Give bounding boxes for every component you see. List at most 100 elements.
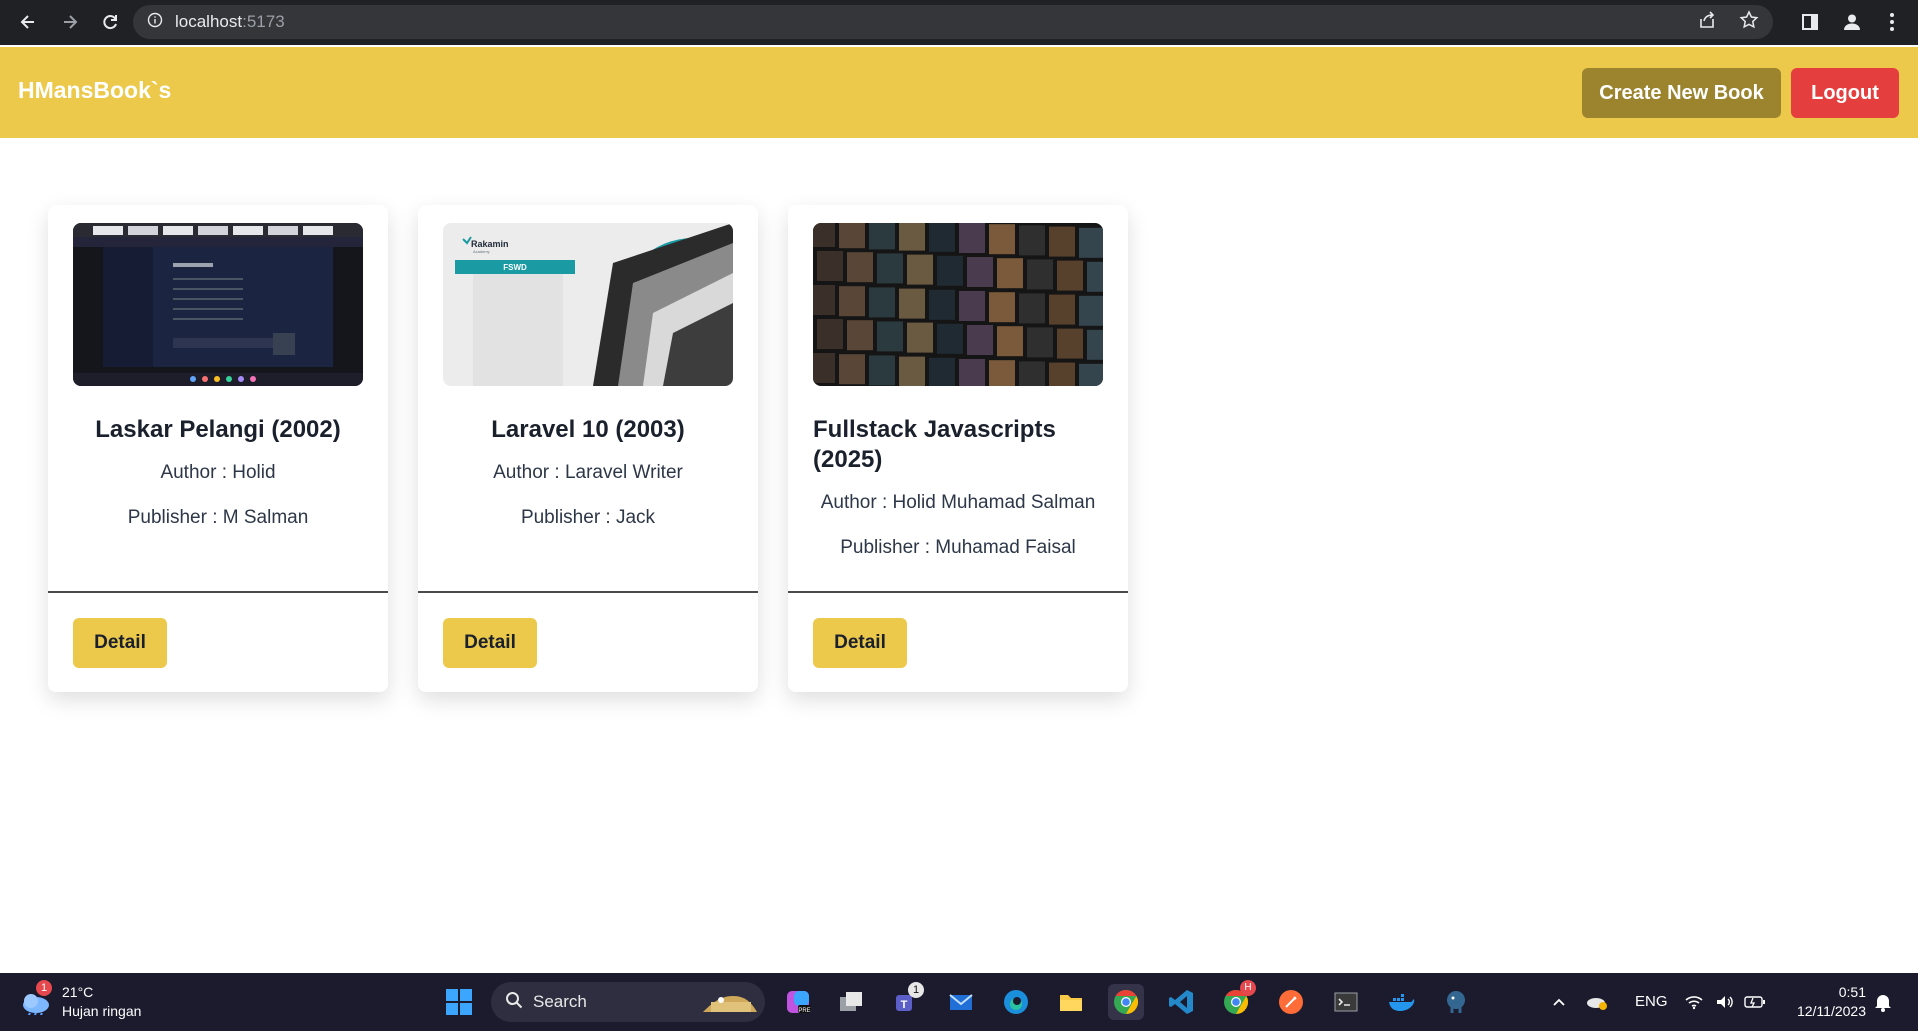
poster-tile	[1019, 225, 1045, 256]
system-clock[interactable]: 0:51 12/11/2023	[1797, 983, 1866, 1021]
book-publisher: Publisher : Muhamad Faisal	[840, 537, 1076, 558]
battery-icon[interactable]	[1740, 984, 1770, 1020]
chrome-profile-badge: H	[1240, 980, 1256, 996]
thumb-badge-text: FSWD	[503, 263, 527, 272]
poster-tile	[847, 252, 873, 283]
task-view-icon[interactable]	[833, 984, 869, 1020]
wifi-icon[interactable]	[1679, 984, 1709, 1020]
volume-icon[interactable]	[1710, 984, 1740, 1020]
svg-text:T: T	[901, 999, 908, 1011]
create-new-book-button[interactable]: Create New Book	[1582, 68, 1781, 118]
mail-icon[interactable]	[943, 984, 979, 1020]
language-indicator[interactable]: ENG	[1635, 993, 1668, 1010]
notification-bell-icon[interactable]	[1868, 984, 1898, 1020]
book-title: Laravel 10 (2003)	[491, 416, 685, 443]
weather-temp: 21°C	[62, 984, 94, 1000]
poster-tile	[929, 357, 955, 386]
search-highlight-icon	[701, 988, 759, 1016]
poster-tile	[937, 323, 963, 354]
postgresql-icon[interactable]	[1438, 984, 1474, 1020]
book-title: Laskar Pelangi (2002)	[95, 416, 341, 443]
terminal-icon[interactable]	[1328, 984, 1364, 1020]
side-panel-icon[interactable]	[1794, 6, 1826, 38]
book-thumbnail-rakamin: FSWD Rakamin Academy	[443, 223, 733, 386]
poster-tile	[929, 289, 955, 320]
poster-tile	[959, 223, 985, 253]
teams-icon[interactable]: T 1	[888, 982, 924, 1020]
teams-badge: 1	[908, 982, 924, 998]
url-port: :5173	[242, 12, 285, 31]
poster-tile	[817, 319, 843, 349]
book-card: Laskar Pelangi (2002) Author : Holid Pub…	[48, 205, 388, 692]
reload-icon[interactable]	[92, 4, 128, 40]
search-label: Search	[533, 992, 587, 1011]
book-card: Fullstack Javascripts (2025) Author : Ho…	[788, 205, 1128, 692]
postman-icon[interactable]	[1273, 984, 1309, 1020]
poster-tile	[813, 285, 835, 315]
svg-text:PRE: PRE	[798, 1008, 810, 1014]
logout-button[interactable]: Logout	[1791, 68, 1899, 118]
address-bar[interactable]: localhost:5173	[133, 5, 1773, 39]
url-host: localhost	[175, 12, 243, 31]
book-card: FSWD Rakamin Academy Laravel 10 (2003) A…	[418, 205, 758, 692]
weather-desc: Hujan ringan	[62, 1003, 142, 1019]
copilot-icon[interactable]: PRE	[780, 984, 816, 1020]
poster-tile	[1079, 227, 1103, 258]
poster-tile	[839, 286, 865, 317]
book-thumbnail-posters	[813, 223, 1103, 386]
poster-tile	[817, 251, 843, 281]
weather-widget[interactable]: 1 21°C Hujan ringan	[18, 980, 158, 1023]
book-author: Author : Holid	[160, 462, 276, 483]
poster-tile	[1057, 260, 1083, 291]
bookmark-star-icon[interactable]	[1739, 9, 1759, 35]
brand-logo[interactable]: HMansBook`s	[18, 77, 171, 104]
share-icon[interactable]	[1697, 10, 1717, 35]
poster-tile	[1087, 261, 1103, 292]
detail-button[interactable]: Detail	[813, 618, 907, 668]
taskbar-search[interactable]: Search	[491, 982, 765, 1022]
poster-tile	[907, 322, 933, 353]
poster-tile	[869, 287, 895, 318]
poster-tile	[877, 253, 903, 284]
edge-icon[interactable]	[998, 984, 1034, 1020]
poster-tile	[1027, 259, 1053, 290]
thumb-brand-text: Rakamin	[471, 239, 509, 249]
poster-tile	[1057, 328, 1083, 359]
chrome-profile-icon[interactable]: H	[1218, 980, 1256, 1020]
poster-tile	[989, 360, 1015, 386]
poster-tile	[899, 356, 925, 386]
windows-taskbar: 1 21°C Hujan ringan Search PRE T 1 H ENG…	[0, 973, 1918, 1031]
poster-tile	[989, 224, 1015, 255]
poster-tile	[997, 326, 1023, 357]
poster-tile	[869, 223, 895, 250]
poster-tile	[1019, 293, 1045, 324]
search-icon	[505, 991, 523, 1014]
show-hidden-icons-chevron-icon[interactable]	[1544, 984, 1574, 1020]
forward-icon[interactable]	[52, 4, 88, 40]
poster-tile	[997, 258, 1023, 289]
card-divider	[788, 591, 1128, 593]
poster-tile	[869, 355, 895, 386]
poster-tile	[813, 353, 835, 383]
poster-tile	[967, 257, 993, 287]
poster-tile	[1079, 363, 1103, 386]
profile-icon[interactable]	[1836, 6, 1868, 38]
windows-start-icon[interactable]	[441, 984, 477, 1020]
docker-icon[interactable]	[1383, 984, 1419, 1020]
detail-button[interactable]: Detail	[73, 618, 167, 668]
file-explorer-icon[interactable]	[1053, 984, 1089, 1020]
poster-tile	[839, 223, 865, 249]
poster-tile	[959, 359, 985, 386]
site-info-icon[interactable]	[147, 12, 163, 33]
weather-icon	[20, 991, 52, 1020]
vscode-icon[interactable]	[1163, 984, 1199, 1020]
poster-tile	[899, 223, 925, 251]
url-text: localhost:5173	[175, 12, 285, 32]
poster-tile	[937, 255, 963, 286]
detail-button[interactable]: Detail	[443, 618, 537, 668]
chrome-icon[interactable]	[1108, 984, 1144, 1020]
onedrive-icon[interactable]	[1582, 984, 1612, 1020]
poster-tile	[899, 288, 925, 319]
more-menu-icon[interactable]	[1876, 6, 1908, 38]
back-icon[interactable]	[10, 4, 46, 40]
